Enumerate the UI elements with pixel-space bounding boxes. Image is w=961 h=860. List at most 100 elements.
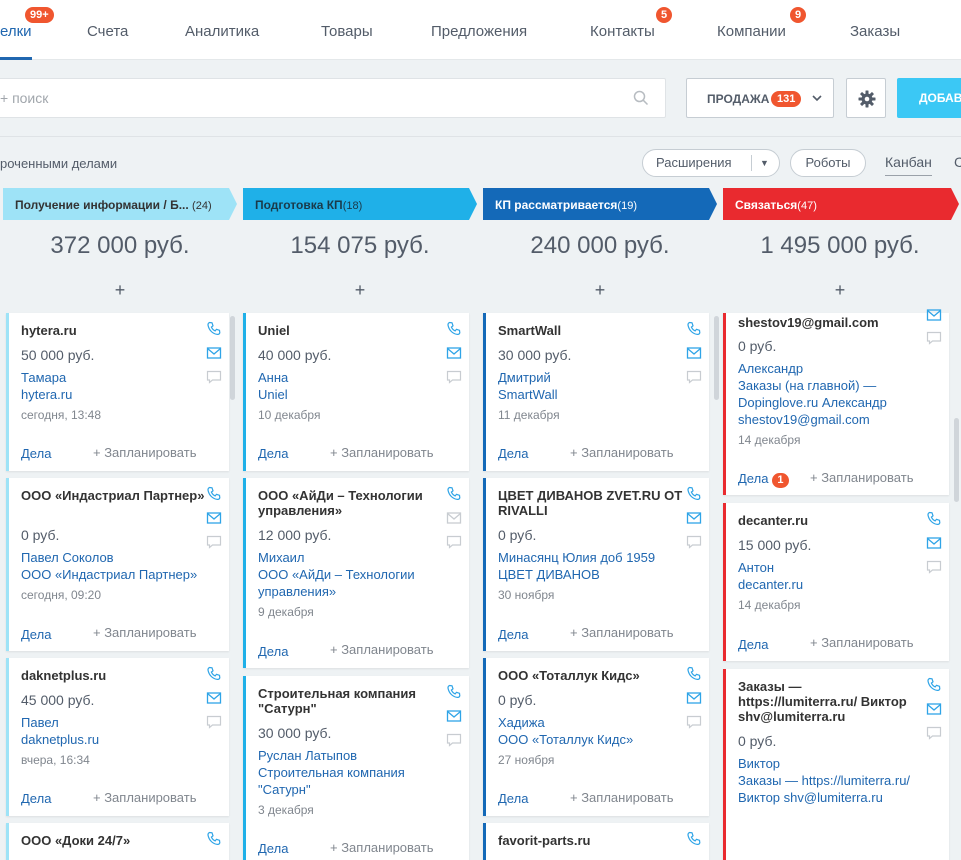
phone-icon[interactable]	[206, 831, 222, 847]
deal-card[interactable]: Строительная компания "Сатурн" 30 000 ру…	[243, 676, 469, 860]
chat-icon[interactable]	[686, 369, 702, 385]
extensions-button[interactable]: Расширения ▼	[642, 149, 780, 177]
schedule-button[interactable]: + Запланировать	[570, 790, 673, 805]
email-icon[interactable]	[206, 345, 222, 361]
deals-link[interactable]: Дела	[738, 637, 768, 652]
schedule-button[interactable]: + Запланировать	[330, 840, 433, 855]
schedule-button[interactable]: + Запланировать	[810, 635, 913, 650]
schedule-button[interactable]: + Запланировать	[810, 470, 913, 485]
chat-icon[interactable]	[206, 369, 222, 385]
tab-orders[interactable]: Заказы	[850, 0, 900, 60]
deals-link[interactable]: Дела	[498, 446, 528, 461]
deals-link[interactable]: Дела	[21, 791, 51, 806]
caret-down-icon[interactable]: ▼	[760, 150, 769, 176]
chat-icon[interactable]	[206, 714, 222, 730]
company-link[interactable]: ЦВЕТ ДИВАНОВ	[498, 566, 693, 583]
deals-link[interactable]: Дела	[21, 627, 51, 642]
contact-link[interactable]: Хадижа	[498, 714, 693, 731]
deal-title[interactable]: daknetplus.ru	[21, 668, 207, 683]
deal-card[interactable]: ООО «АйДи – Технологии управления» 12 00…	[243, 478, 469, 668]
deal-card[interactable]: Заказы — https://lumiterra.ru/ Виктор sh…	[723, 669, 949, 860]
view-kanban-tab[interactable]: Канбан	[885, 154, 932, 176]
deal-title[interactable]: decanter.ru	[738, 513, 924, 528]
email-icon[interactable]	[446, 510, 462, 526]
phone-icon[interactable]	[686, 321, 702, 337]
email-icon[interactable]	[446, 708, 462, 724]
column-header[interactable]: Получение информации / Б... (24)	[3, 188, 237, 220]
schedule-button[interactable]: + Запланировать	[570, 445, 673, 460]
deals-link[interactable]: Дела 1	[738, 471, 789, 488]
deal-card[interactable]: hytera.ru 50 000 руб. Тамара hytera.ru с…	[6, 313, 229, 471]
deal-title[interactable]: ООО «Индастриал Партнер»	[21, 488, 207, 503]
deals-link[interactable]: Дела	[258, 841, 288, 856]
company-link[interactable]: ООО «Индастриал Партнер»	[21, 566, 216, 583]
company-link[interactable]: hytera.ru	[21, 386, 216, 403]
deal-card[interactable]: ЦВЕТ ДИВАНОВ ZVET.RU ОТ RIVALLI 0 руб. М…	[483, 478, 709, 651]
tab-deals[interactable]: елки 99+	[0, 0, 54, 60]
chat-icon[interactable]	[686, 534, 702, 550]
contact-link[interactable]: Павел Соколов	[21, 549, 216, 566]
robots-button[interactable]: Роботы	[790, 149, 866, 177]
deal-card[interactable]: shestov19@gmail.com 0 руб. Александр Зак…	[723, 309, 949, 495]
add-deal-button[interactable]: +	[243, 280, 477, 301]
email-icon[interactable]	[686, 690, 702, 706]
phone-icon[interactable]	[206, 321, 222, 337]
contact-link[interactable]: Виктор	[738, 755, 933, 772]
phone-icon[interactable]	[206, 486, 222, 502]
schedule-button[interactable]: + Запланировать	[570, 625, 673, 640]
schedule-button[interactable]: + Запланировать	[330, 445, 433, 460]
deal-title[interactable]: ООО «Тоталлук Кидс»	[498, 668, 684, 683]
phone-icon[interactable]	[926, 677, 942, 693]
tab-contacts[interactable]: Контакты 5	[590, 0, 673, 60]
tab-invoices[interactable]: Счета	[87, 0, 128, 60]
add-button[interactable]: ДОБАВ	[897, 78, 961, 118]
deal-title[interactable]: Строительная компания "Сатурн"	[258, 686, 444, 716]
search-input[interactable]	[0, 79, 600, 117]
deal-title[interactable]: ООО «Доки 24/7»	[21, 833, 207, 848]
company-link[interactable]: daknetplus.ru	[21, 731, 216, 748]
deal-title[interactable]: SmartWall	[498, 323, 684, 338]
company-link[interactable]: ООО «Тоталлук Кидс»	[498, 731, 693, 748]
contact-link[interactable]: Дмитрий	[498, 369, 693, 386]
scrollbar[interactable]	[954, 418, 959, 502]
scrollbar[interactable]	[714, 316, 719, 400]
add-deal-button[interactable]: +	[483, 280, 717, 301]
deals-link[interactable]: Дела	[21, 446, 51, 461]
add-deal-button[interactable]: +	[723, 280, 957, 301]
company-link[interactable]: Заказы (на главной) — Dopinglove.ru Алек…	[738, 377, 908, 428]
contact-link[interactable]: Антон	[738, 559, 933, 576]
email-icon[interactable]	[446, 345, 462, 361]
contact-link[interactable]: Руслан Латыпов	[258, 747, 453, 764]
deal-card[interactable]: Uniel 40 000 руб. Анна Uniel 10 декабря …	[243, 313, 469, 471]
schedule-button[interactable]: + Запланировать	[93, 790, 196, 805]
phone-icon[interactable]	[446, 321, 462, 337]
deal-title[interactable]: hytera.ru	[21, 323, 207, 338]
chat-icon[interactable]	[926, 559, 942, 575]
company-link[interactable]: Строительная компания "Сатурн"	[258, 764, 428, 798]
tab-quotes[interactable]: Предложения	[431, 0, 527, 60]
contact-link[interactable]: Анна	[258, 369, 453, 386]
email-icon[interactable]	[926, 701, 942, 717]
column-header[interactable]: Подготовка КП(18)	[243, 188, 477, 220]
deal-title[interactable]: Uniel	[258, 323, 444, 338]
deal-title[interactable]: shestov19@gmail.com	[738, 315, 924, 330]
phone-icon[interactable]	[686, 831, 702, 847]
deal-card[interactable]: SmartWall 30 000 руб. Дмитрий SmartWall …	[483, 313, 709, 471]
tab-companies[interactable]: Компании 9	[717, 0, 807, 60]
column-header[interactable]: Связаться(47)	[723, 188, 959, 220]
category-selector-button[interactable]: ПРОДАЖА 131	[686, 78, 834, 118]
schedule-button[interactable]: + Запланировать	[93, 625, 196, 640]
deal-title[interactable]: ООО «АйДи – Технологии управления»	[258, 488, 444, 518]
company-link[interactable]: SmartWall	[498, 386, 693, 403]
email-icon[interactable]	[206, 690, 222, 706]
company-link[interactable]: decanter.ru	[738, 576, 933, 593]
email-icon[interactable]	[206, 510, 222, 526]
email-icon[interactable]	[686, 345, 702, 361]
contact-link[interactable]: Михаил	[258, 549, 453, 566]
tab-analytics[interactable]: Аналитика	[185, 0, 259, 60]
settings-button[interactable]	[846, 78, 886, 118]
scrollbar[interactable]	[230, 316, 235, 400]
chat-icon[interactable]	[926, 725, 942, 741]
phone-icon[interactable]	[686, 666, 702, 682]
column-header[interactable]: КП рассматривается(19)	[483, 188, 717, 220]
